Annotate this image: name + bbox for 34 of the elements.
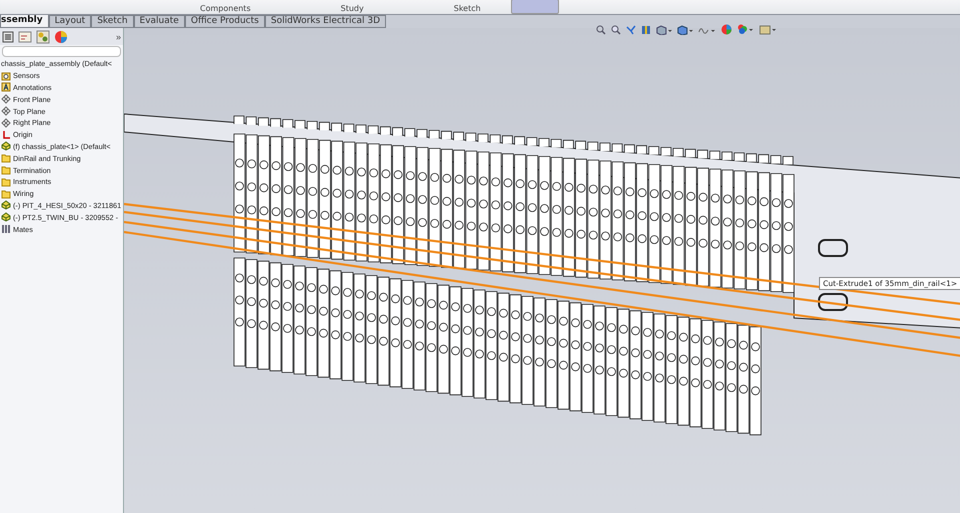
zoom-to-fit-icon[interactable] — [596, 24, 606, 34]
view-orientation-icon[interactable] — [656, 24, 672, 34]
expand-panel-button[interactable]: » — [116, 32, 121, 42]
zoom-area-icon[interactable] — [611, 24, 621, 34]
plane-icon — [1, 118, 11, 128]
plane-icon — [1, 94, 11, 104]
configuration-tab-icon[interactable] — [36, 30, 50, 44]
ribbon-tab[interactable]: SolidWorks Electrical 3D — [264, 15, 386, 28]
ribbon-tab[interactable]: Evaluate — [134, 15, 185, 28]
part-icon — [1, 212, 11, 222]
property-tab-icon[interactable] — [18, 30, 32, 44]
folder-icon — [1, 188, 11, 199]
ribbon-tab[interactable]: Office Products — [184, 15, 265, 28]
edit-appearance-icon[interactable] — [721, 24, 732, 35]
ribbon-button-label[interactable]: Sketch — [454, 4, 481, 14]
ribbon-tab[interactable]: Layout — [48, 15, 92, 28]
display-style-icon[interactable] — [677, 24, 693, 34]
part-icon — [1, 200, 11, 210]
mates-icon — [1, 224, 11, 234]
folder-icon — [1, 176, 11, 187]
tree-filter-field[interactable] — [2, 46, 121, 57]
plane-icon — [1, 106, 11, 116]
annotation-icon — [1, 82, 11, 92]
ribbon-tab[interactable]: ssembly — [0, 15, 49, 28]
folder-icon — [1, 153, 11, 164]
apply-scene-icon[interactable] — [737, 24, 754, 35]
folder-icon — [1, 165, 11, 176]
appearance-tab-icon[interactable] — [54, 30, 68, 44]
ribbon-button-label[interactable]: Study — [340, 4, 364, 14]
ribbon-button-label[interactable]: Components — [200, 4, 251, 14]
ribbon-tab[interactable]: Sketch — [91, 15, 134, 28]
origin-icon — [1, 130, 11, 140]
feature-tree-tab-icon[interactable] — [2, 30, 14, 42]
part-icon — [1, 141, 11, 152]
